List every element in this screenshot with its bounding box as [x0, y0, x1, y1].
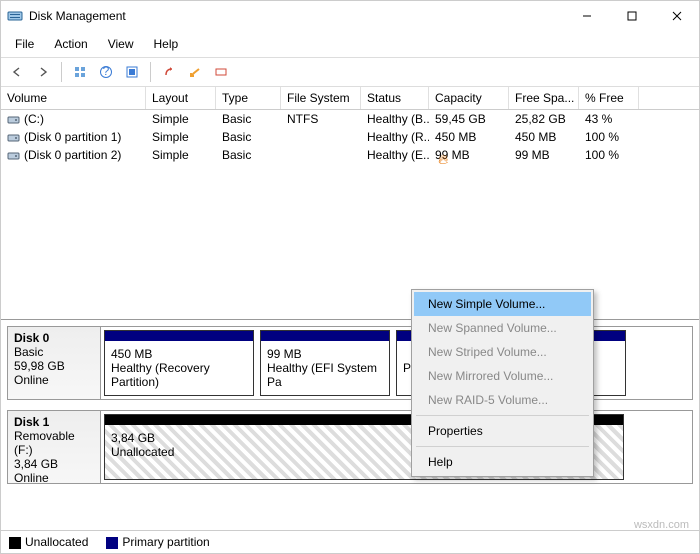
legend-bar: Unallocated Primary partition [1, 530, 699, 553]
menu-file[interactable]: File [5, 33, 44, 55]
partition[interactable]: 99 MBHealthy (EFI System Pa [260, 330, 390, 396]
context-item: New RAID-5 Volume... [414, 388, 591, 412]
app-icon [7, 8, 23, 24]
disk-info[interactable]: Disk 1Removable (F:)3,84 GBOnline [8, 411, 101, 483]
legend-unallocated: Unallocated [9, 535, 88, 549]
disk-graphical-pane: Disk 0Basic59,98 GBOnline450 MBHealthy (… [1, 320, 699, 530]
volume-list-pane: Volume Layout Type File System Status Ca… [1, 87, 699, 320]
menu-action[interactable]: Action [44, 33, 97, 55]
context-item[interactable]: Properties [414, 419, 591, 443]
view-grid-icon[interactable] [69, 61, 91, 83]
context-menu: New Simple Volume...New Spanned Volume..… [411, 289, 594, 477]
forward-button[interactable] [32, 61, 54, 83]
toolbar: ? [1, 57, 699, 87]
legend-primary: Primary partition [106, 535, 209, 549]
partition[interactable]: 450 MBHealthy (Recovery Partition) [104, 330, 254, 396]
col-volume[interactable]: Volume [1, 87, 146, 109]
volume-icon [7, 149, 20, 162]
svg-text:?: ? [103, 65, 110, 78]
menu-bar: File Action View Help [1, 31, 699, 57]
close-button[interactable] [654, 1, 699, 31]
context-item[interactable]: New Simple Volume... [414, 292, 591, 316]
volume-icon [7, 113, 20, 126]
context-item: New Mirrored Volume... [414, 364, 591, 388]
col-layout[interactable]: Layout [146, 87, 216, 109]
volume-icon [7, 131, 20, 144]
volume-row[interactable]: (C:)SimpleBasicNTFSHealthy (B...59,45 GB… [1, 110, 699, 128]
column-headers: Volume Layout Type File System Status Ca… [1, 87, 699, 110]
action3-icon[interactable] [210, 61, 232, 83]
col-type[interactable]: Type [216, 87, 281, 109]
refresh-icon[interactable] [121, 61, 143, 83]
watermark-text: wsxdn.com [634, 519, 689, 531]
volume-rows: (C:)SimpleBasicNTFSHealthy (B...59,45 GB… [1, 110, 699, 164]
menu-help[interactable]: Help [144, 33, 189, 55]
context-separator [416, 446, 589, 447]
menu-view[interactable]: View [98, 33, 144, 55]
maximize-button[interactable] [609, 1, 654, 31]
disk-info[interactable]: Disk 0Basic59,98 GBOnline [8, 327, 101, 399]
context-separator [416, 415, 589, 416]
help-icon[interactable]: ? [95, 61, 117, 83]
col-capacity[interactable]: Capacity [429, 87, 509, 109]
minimize-button[interactable] [564, 1, 609, 31]
col-free[interactable]: Free Spa... [509, 87, 579, 109]
volume-row[interactable]: (Disk 0 partition 2)SimpleBasicHealthy (… [1, 146, 699, 164]
col-filesystem[interactable]: File System [281, 87, 361, 109]
col-status[interactable]: Status [361, 87, 429, 109]
title-text: Disk Management [29, 9, 564, 23]
volume-row[interactable]: (Disk 0 partition 1)SimpleBasicHealthy (… [1, 128, 699, 146]
disk-management-window: Disk Management File Action View Help ? … [0, 0, 700, 554]
context-item[interactable]: Help [414, 450, 591, 474]
context-item: New Spanned Volume... [414, 316, 591, 340]
col-pctfree[interactable]: % Free [579, 87, 639, 109]
back-button[interactable] [6, 61, 28, 83]
flame-icon: 🔥︎ [438, 151, 448, 168]
action2-icon[interactable] [184, 61, 206, 83]
context-item: New Striped Volume... [414, 340, 591, 364]
title-bar: Disk Management [1, 1, 699, 31]
action1-icon[interactable] [158, 61, 180, 83]
